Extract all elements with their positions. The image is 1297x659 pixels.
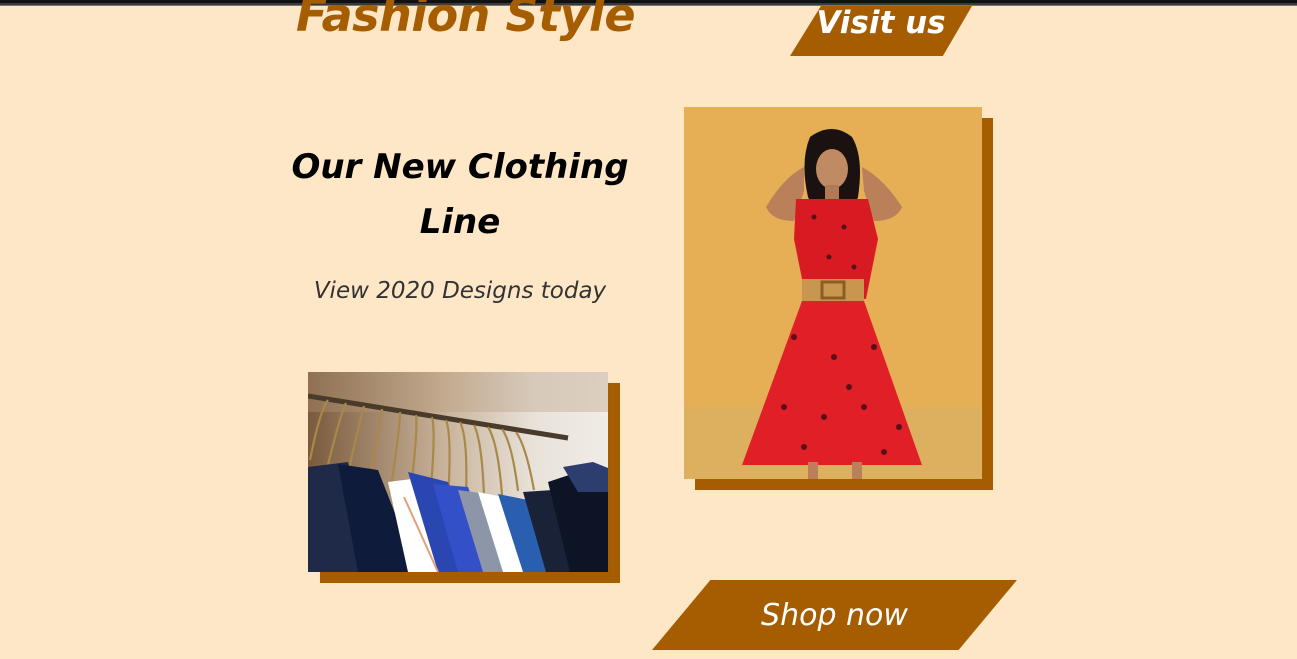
page-subheadline: View 2020 Designs today (313, 278, 607, 304)
top-border (0, 0, 1297, 6)
headline-line-1: Our New Clothing (291, 147, 629, 187)
shop-now-label: Shop now (761, 597, 908, 633)
model-image (684, 107, 982, 479)
brand-title: Fashion Style (296, 0, 636, 42)
clothing-rack-graphic (308, 372, 608, 572)
shop-now-button[interactable]: Shop now (652, 580, 1017, 650)
visit-us-button[interactable]: Visit us (790, 6, 972, 56)
page-headline: Our New Clothing Line (290, 140, 630, 250)
headline-line-2: Line (419, 202, 501, 242)
visit-us-label: Visit us (816, 5, 946, 41)
model-graphic (684, 107, 982, 479)
clothing-rack-image (308, 372, 608, 572)
